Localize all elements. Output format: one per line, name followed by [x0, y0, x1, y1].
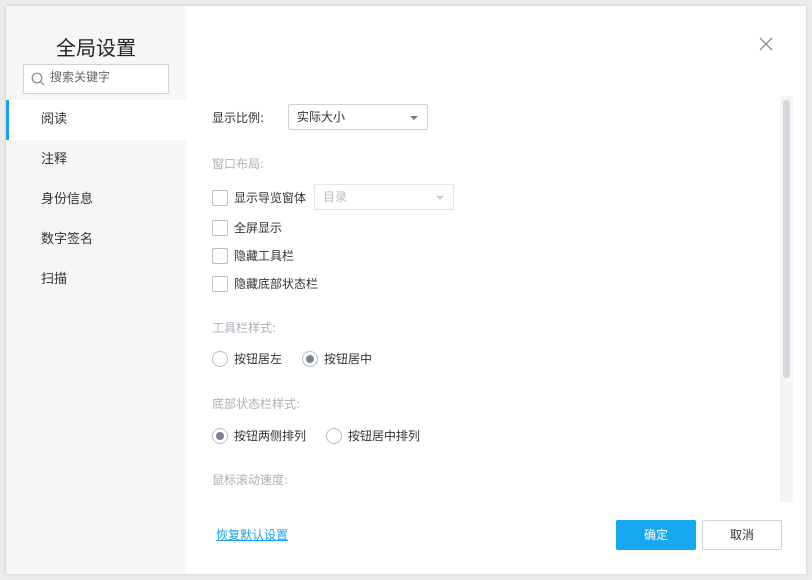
nav-pane-value: 目录: [323, 190, 348, 204]
radio-label: 按钮居中排列: [348, 429, 421, 443]
scrollbar-thumb[interactable]: [783, 100, 790, 378]
hide-toolbar-checkbox[interactable]: 隐藏工具栏: [212, 247, 294, 264]
close-icon: [759, 37, 773, 51]
settings-dialog: 全局设置 阅读 注释 身份信息 数字签名 扫描 显示比例: 实际大小 窗口布局:…: [6, 6, 806, 574]
radio-label: 按钮居左: [234, 352, 283, 366]
window-layout-label: 窗口布局:: [212, 157, 265, 171]
checkbox-box: [212, 219, 228, 236]
radio-circle: [302, 350, 318, 367]
ok-button[interactable]: 确定: [616, 520, 696, 550]
zoom-label: 显示比例:: [212, 111, 265, 125]
checkbox-box: [212, 189, 228, 206]
chevron-down-icon: [436, 196, 444, 200]
search-box[interactable]: [23, 64, 169, 94]
checkbox-label: 全屏显示: [234, 221, 283, 235]
checkbox-label: 显示导览窗体: [234, 191, 307, 205]
radio-circle: [326, 427, 342, 444]
radio-circle: [212, 427, 228, 444]
zoom-value: 实际大小: [297, 110, 346, 124]
cancel-button[interactable]: 取消: [702, 520, 782, 550]
radio-label: 按钮居中: [324, 352, 373, 366]
sidebar-item-identity[interactable]: 身份信息: [6, 180, 186, 220]
checkbox-label: 隐藏工具栏: [234, 249, 295, 263]
hide-statusbar-checkbox[interactable]: 隐藏底部状态栏: [212, 275, 318, 292]
settings-content: 显示比例: 实际大小 窗口布局: 显示导览窗体 目录 全屏显示 隐藏工具栏 隐藏…: [186, 96, 781, 502]
checkbox-box: [212, 247, 228, 264]
status-center-radio[interactable]: 按钮居中排列: [326, 427, 420, 444]
fullscreen-checkbox[interactable]: 全屏显示: [212, 219, 282, 236]
statusbar-style-label: 底部状态栏样式:: [212, 397, 301, 411]
radio-label: 按钮两侧排列: [234, 429, 307, 443]
toolbar-style-label: 工具栏样式:: [212, 321, 277, 335]
status-sides-radio[interactable]: 按钮两侧排列: [212, 427, 306, 444]
toolbar-left-radio[interactable]: 按钮居左: [212, 350, 282, 367]
checkbox-label: 隐藏底部状态栏: [234, 277, 319, 291]
radio-circle: [212, 350, 228, 367]
sidebar-nav: 阅读 注释 身份信息 数字签名 扫描: [6, 100, 186, 300]
sidebar-item-scan[interactable]: 扫描: [6, 260, 186, 300]
sidebar-item-annotation[interactable]: 注释: [6, 140, 186, 180]
scrollbar[interactable]: [780, 96, 793, 502]
scroll-speed-label: 鼠标滚动速度:: [212, 473, 289, 487]
sidebar-item-reading[interactable]: 阅读: [6, 100, 186, 140]
restore-defaults-link[interactable]: 恢复默认设置: [216, 526, 288, 543]
toolbar-center-radio[interactable]: 按钮居中: [302, 350, 372, 367]
sidebar: 全局设置 阅读 注释 身份信息 数字签名 扫描: [6, 6, 186, 574]
checkbox-box: [212, 275, 228, 292]
show-nav-pane-checkbox[interactable]: 显示导览窗体: [212, 189, 306, 206]
close-button[interactable]: [756, 34, 776, 54]
sidebar-item-digital-signature[interactable]: 数字签名: [6, 220, 186, 260]
chevron-down-icon: [410, 116, 418, 120]
search-icon: [31, 72, 45, 86]
dialog-title: 全局设置: [56, 36, 136, 60]
nav-pane-select: 目录: [314, 184, 454, 210]
zoom-select[interactable]: 实际大小: [288, 104, 428, 130]
search-input[interactable]: [50, 70, 162, 84]
